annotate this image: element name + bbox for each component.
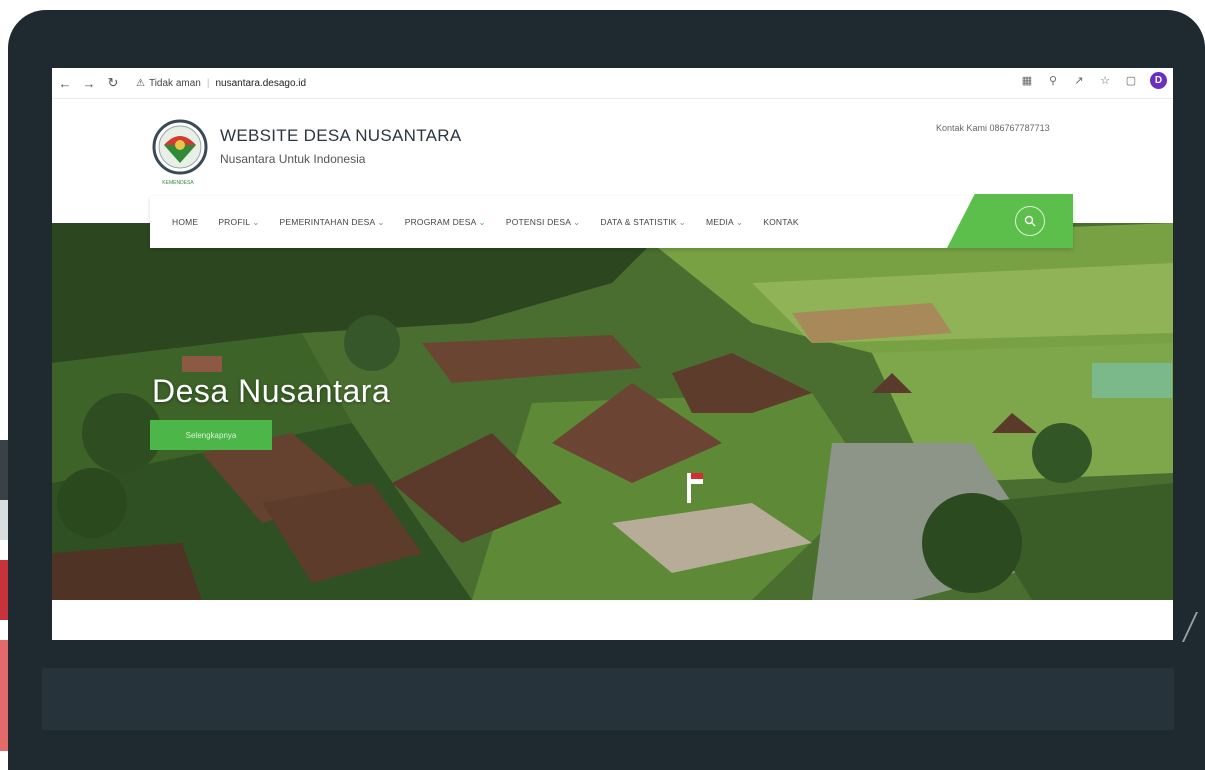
nav-item-label: PEMERINTAHAN DESA [279, 216, 376, 227]
nav-item-data-statistik[interactable]: DATA & STATISTIK ⌄ [600, 217, 686, 228]
nav-item-label: PROFIL [218, 216, 251, 227]
browser-toolbar: ← → ↻ ⚠ Tidak aman | nusantara.desago.id… [52, 68, 1173, 99]
laptop-keyboard-deck [42, 668, 1174, 730]
nav-item-label: MEDIA [706, 216, 734, 227]
nav-item-kontak[interactable]: KONTAK [763, 217, 799, 227]
share-icon[interactable]: ↗ [1072, 74, 1086, 87]
nav-item-label: DATA & STATISTIK [600, 216, 677, 227]
profile-avatar[interactable]: D [1150, 72, 1167, 89]
village-logo-icon[interactable]: KEMENDESA [150, 119, 212, 189]
read-more-button[interactable]: Selengkapnya [150, 420, 272, 450]
svg-text:KEMENDESA: KEMENDESA [162, 180, 194, 186]
address-bar[interactable]: ⚠ Tidak aman | nusantara.desago.id [136, 73, 306, 93]
hero-title: Desa Nusantara [152, 373, 391, 409]
chevron-down-icon: ⌄ [252, 216, 260, 227]
nav-item-label: KONTAK [763, 217, 799, 227]
nav-search-panel [947, 194, 1073, 248]
nav-item-label: HOME [172, 217, 199, 227]
search-icon [1024, 215, 1036, 227]
hero-banner [52, 223, 1173, 600]
security-label: Tidak aman [148, 77, 201, 89]
nav-item-potensi-desa[interactable]: POTENSI DESA ⌄ [506, 217, 581, 228]
contact-info[interactable]: Kontak Kami 086767787713 [936, 123, 1050, 133]
nav-item-profil[interactable]: PROFIL ⌄ [218, 217, 259, 228]
nav-item-media[interactable]: MEDIA ⌄ [706, 217, 743, 228]
nav-item-home[interactable]: HOME [172, 217, 198, 227]
url-text: nusantara.desago.id [215, 77, 307, 89]
address-separator: | [206, 77, 210, 89]
chevron-down-icon: ⌄ [377, 216, 385, 227]
sidebar-icon[interactable]: ▢ [1124, 74, 1138, 87]
site-tagline: Nusantara Untuk Indonesia [220, 152, 366, 166]
bookmark-star-icon[interactable]: ☆ [1098, 74, 1112, 87]
nav-item-label: PROGRAM DESA [404, 216, 477, 227]
search-button[interactable] [1015, 206, 1045, 236]
translate-icon[interactable]: ▦ [1020, 74, 1034, 87]
browser-actions: ▦ ⚲ ↗ ☆ ▢ D [1020, 72, 1167, 89]
nav-item-label: POTENSI DESA [505, 216, 572, 227]
warning-triangle-icon: ⚠ [136, 77, 145, 89]
nav-item-program-desa[interactable]: PROGRAM DESA ⌄ [405, 217, 486, 228]
reload-icon[interactable]: ↻ [102, 72, 124, 94]
content-area [52, 600, 1173, 640]
chevron-down-icon: ⌄ [478, 216, 486, 227]
back-arrow-icon[interactable]: ← [54, 72, 76, 94]
chevron-down-icon: ⌄ [573, 216, 581, 227]
zoom-icon[interactable]: ⚲ [1046, 74, 1060, 87]
nav-item-pemerintahan-desa[interactable]: PEMERINTAHAN DESA ⌄ [280, 217, 385, 228]
chevron-down-icon: ⌄ [678, 216, 686, 227]
hero-image [52, 223, 1173, 600]
main-nav: HOME PROFIL ⌄ PEMERINTAHAN DESA ⌄ PROGRAM … [150, 194, 1073, 248]
forward-arrow-icon[interactable]: → [78, 72, 100, 94]
laptop-screen: ← → ↻ ⚠ Tidak aman | nusantara.desago.id… [52, 68, 1173, 640]
chevron-down-icon: ⌄ [735, 216, 744, 227]
site-title[interactable]: WEBSITE DESA NUSANTARA [220, 126, 462, 146]
